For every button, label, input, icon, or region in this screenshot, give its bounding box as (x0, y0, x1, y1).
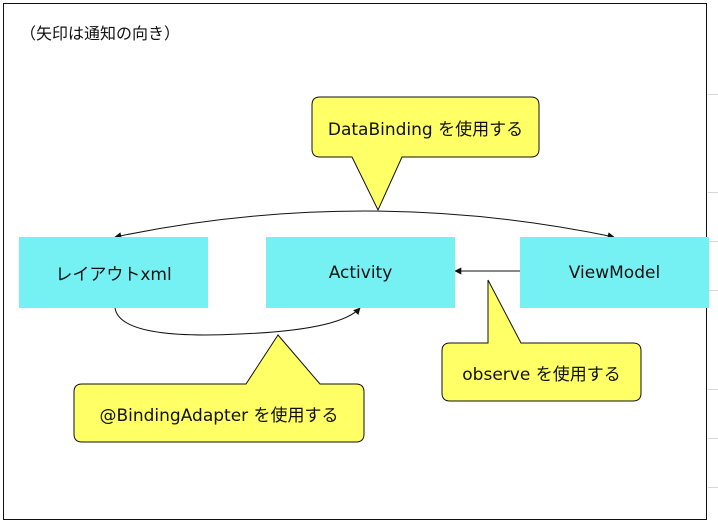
viewmodel-node: ViewModel (520, 237, 709, 308)
binding-adapter-callout: @BindingAdapter を使用する (74, 384, 364, 442)
databinding-callout-label: DataBinding を使用する (327, 119, 524, 140)
observe-callout-label: observe を使用する (462, 364, 621, 385)
databinding-callout: DataBinding を使用する (312, 97, 539, 157)
activity-node: Activity (266, 237, 455, 308)
observe-callout: observe を使用する (442, 343, 641, 401)
databinding-arc (114, 210, 615, 240)
layout-xml-node: レイアウトxml (19, 237, 208, 308)
binding-adapter-arc (114, 307, 361, 336)
layout-xml-label: レイアウトxml (55, 265, 172, 285)
binding-adapter-callout-label: @BindingAdapter を使用する (99, 405, 339, 426)
viewmodel-label: ViewModel (568, 262, 661, 283)
activity-label: Activity (328, 262, 393, 283)
diagram-canvas: （矢印は通知の向き） レイアウトxml Activity ViewModel D… (0, 0, 718, 525)
